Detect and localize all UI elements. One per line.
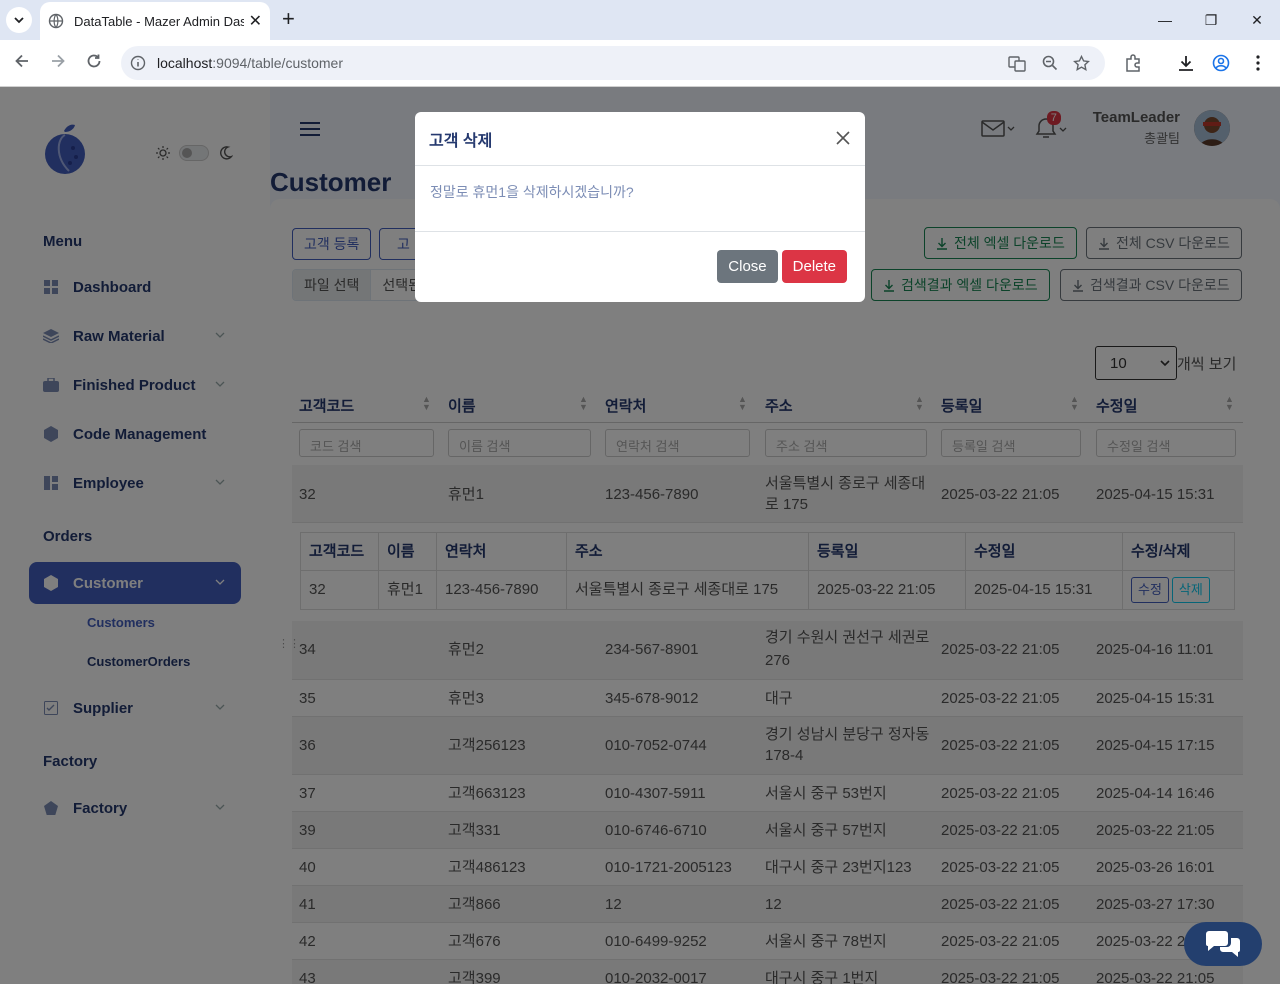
chevron-down-icon <box>14 17 24 24</box>
tab-search-button[interactable] <box>6 7 32 33</box>
window-close-button[interactable]: ✕ <box>1234 0 1280 40</box>
chat-button[interactable] <box>1184 922 1262 966</box>
bookmark-star-icon[interactable] <box>1073 55 1090 72</box>
restore-button[interactable]: ❐ <box>1188 0 1234 40</box>
url-host: localhost <box>157 55 213 71</box>
modal-delete-button[interactable]: Delete <box>781 250 847 283</box>
tab-title: DataTable - Mazer Admin Dashboard <box>74 13 244 29</box>
modal-body-text: 정말로 휴먼1을 삭제하시겠습니까? <box>415 166 865 232</box>
chat-icon <box>1206 931 1240 957</box>
page: Menu Dashboard Raw Material Finished Pro… <box>0 87 1280 984</box>
extensions-icon[interactable] <box>1124 54 1142 72</box>
browser-toolbar: localhost:9094/table/customer <box>0 40 1280 87</box>
minimize-button[interactable]: — <box>1142 0 1188 40</box>
download-icon[interactable] <box>1177 54 1195 72</box>
modal-title: 고객 삭제 <box>415 112 865 166</box>
modal-close-button[interactable]: Close <box>717 250 778 283</box>
browser-tab-bar: DataTable - Mazer Admin Dashboard ✕ + — … <box>0 0 1280 40</box>
more-vert-icon[interactable] <box>1250 54 1266 72</box>
reload-icon[interactable] <box>85 52 103 70</box>
address-bar[interactable]: localhost:9094/table/customer <box>121 46 1105 80</box>
delete-customer-modal: 고객 삭제 정말로 휴먼1을 삭제하시겠습니까? Close Delete <box>415 112 865 302</box>
translate-icon[interactable] <box>1008 55 1026 73</box>
profile-icon[interactable] <box>1212 54 1230 72</box>
forward-icon[interactable] <box>49 52 67 70</box>
tab-close-icon[interactable]: ✕ <box>249 11 262 31</box>
browser-tab[interactable]: DataTable - Mazer Admin Dashboard ✕ <box>40 2 270 40</box>
site-info-icon <box>130 55 146 71</box>
back-icon[interactable] <box>13 52 31 70</box>
globe-icon <box>48 13 64 29</box>
url-path: :9094/table/customer <box>212 55 344 71</box>
zoom-icon[interactable] <box>1042 55 1058 71</box>
new-tab-button[interactable]: + <box>282 8 295 30</box>
modal-footer: Close Delete <box>717 250 847 283</box>
close-icon[interactable] <box>835 130 851 146</box>
